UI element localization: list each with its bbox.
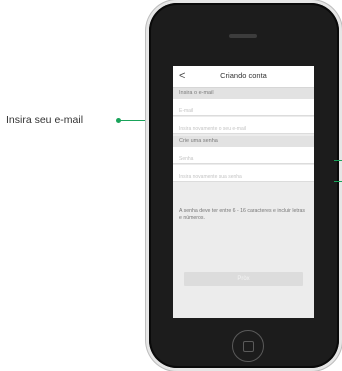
password-confirm-field[interactable] [179, 169, 309, 185]
password-confirm-field-row [173, 165, 314, 185]
email-field-row [173, 99, 314, 119]
navigation-bar: < Criando conta [173, 66, 314, 88]
next-button[interactable]: Pròx [184, 272, 303, 286]
phone-frame: < Criando conta Insira o e-mail Crie uma… [149, 3, 339, 368]
app-screen: < Criando conta Insira o e-mail Crie uma… [173, 66, 314, 318]
email-section-header: Insira o e-mail [173, 88, 314, 99]
speaker-grille [229, 34, 257, 38]
password-rules-text: A senha deve ter entre 6 - 16 caracteres… [179, 208, 306, 221]
annotation-tick-password-confirm [334, 181, 342, 182]
email-confirm-field-row [173, 117, 314, 137]
page-title: Criando conta [220, 71, 267, 80]
email-confirm-field[interactable] [179, 121, 309, 137]
password-section-header: Crie uma senha [173, 136, 314, 147]
home-button-icon[interactable] [232, 330, 264, 362]
password-field-row [173, 147, 314, 167]
annotation-tick-password [334, 160, 342, 161]
home-square-icon [243, 341, 254, 352]
annotation-label: Insira seu e-mail [6, 114, 84, 126]
